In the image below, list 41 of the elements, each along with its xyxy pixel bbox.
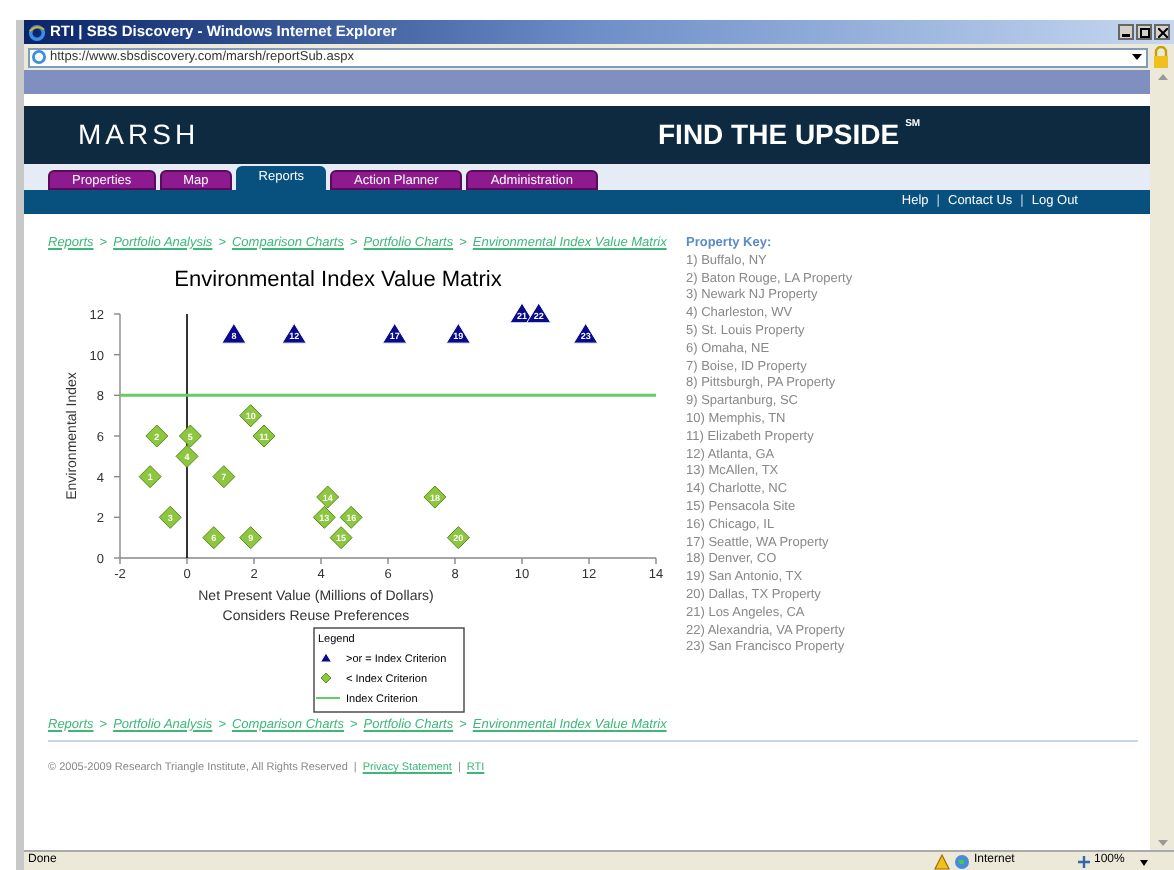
globe-icon	[954, 853, 970, 869]
diamond-point	[178, 424, 202, 448]
close-button[interactable]	[1154, 24, 1170, 40]
dropdown-arrow-icon[interactable]	[1130, 50, 1144, 64]
diamond-point	[212, 465, 236, 489]
page-icon	[32, 50, 46, 64]
triangle-point	[221, 322, 247, 344]
diamond-point	[239, 526, 263, 550]
diamond-point	[158, 505, 182, 529]
chart-title: Environmental Index Value Matrix	[174, 268, 502, 292]
legend-triangle-icon	[320, 652, 332, 663]
diamond-point	[145, 424, 169, 448]
diamond-point	[329, 526, 353, 550]
legend-line-icon	[315, 697, 341, 699]
browser-logo-icon	[28, 23, 46, 41]
diamond-point	[175, 444, 199, 468]
diamond-point	[316, 485, 340, 509]
minimize-button[interactable]	[1118, 24, 1134, 40]
diamond-point	[239, 404, 263, 428]
diamond-point	[252, 424, 276, 448]
lock-icon	[1152, 46, 1170, 68]
diamond-point	[339, 505, 363, 529]
diamond-point	[138, 465, 162, 489]
marsh-logo: MARSH	[78, 116, 202, 154]
triangle-point	[445, 322, 471, 344]
close-icon	[1157, 27, 1167, 37]
maximize-icon	[1139, 27, 1149, 37]
diamond-point	[446, 526, 470, 550]
legend-diamond-icon	[320, 672, 332, 684]
tagline: FIND THE UPSIDE	[658, 116, 900, 154]
triangle-point	[526, 302, 552, 324]
triangle-point	[382, 322, 408, 344]
minimize-icon	[1122, 34, 1130, 38]
diamond-point	[423, 485, 447, 509]
dropdown-arrow-icon[interactable]	[1138, 855, 1150, 867]
maximize-button[interactable]	[1136, 24, 1152, 40]
zoom-icon	[1078, 855, 1090, 867]
triangle-point	[281, 322, 307, 344]
diamond-point	[312, 505, 336, 529]
triangle-point	[573, 322, 599, 344]
diamond-point	[202, 526, 226, 550]
